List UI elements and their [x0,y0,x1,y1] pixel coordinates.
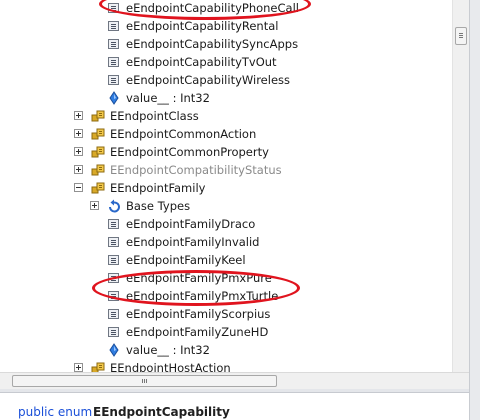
expand-icon[interactable] [74,111,83,120]
enum-type-icon [91,145,105,159]
tree-row[interactable]: EEndpointFamily [0,179,452,197]
tree-row[interactable]: eEndpointFamilyPmxPure [0,269,452,287]
tree-row-label: eEndpointCapabilityPhoneCall [126,1,299,15]
enum-field-icon [107,19,121,33]
tree-row[interactable]: EEndpointCommonProperty [0,143,452,161]
tree-row-label: eEndpointCapabilityTvOut [126,55,277,69]
tree-row[interactable]: eEndpointCapabilityTvOut [0,53,452,71]
tree-row[interactable]: eEndpointCapabilityRental [0,17,452,35]
horizontal-scrollbar[interactable] [0,372,469,389]
expand-icon[interactable] [74,363,83,372]
enum-field-icon [107,271,121,285]
window-right-edge [469,0,480,420]
enum-field-icon [107,73,121,87]
enum-field-icon [107,217,121,231]
expand-icon[interactable] [74,129,83,138]
tree-row-label: eEndpointCapabilitySyncApps [126,37,299,51]
enum-type-icon [91,181,105,195]
tree-row[interactable]: value__ : Int32 [0,341,452,359]
expand-icon[interactable] [90,201,99,210]
tree-row[interactable]: eEndpointFamilyZuneHD [0,323,452,341]
enum-field-icon [107,289,121,303]
tree-row-label: EEndpointClass [110,109,199,123]
tree-row[interactable]: eEndpointCapabilityPhoneCall [0,0,452,17]
tree-row[interactable]: EEndpointCommonAction [0,125,452,143]
tree-row[interactable]: eEndpointFamilyScorpius [0,305,452,323]
declaration-keyword: public enum [18,405,93,419]
tree-row[interactable]: eEndpointCapabilityWireless [0,71,452,89]
tree-row[interactable]: EEndpointHostAction [0,359,452,372]
tree-row-label: EEndpointCompatibilityStatus [110,163,282,177]
vertical-scroll-thumb[interactable] [455,27,467,45]
tree-row-label: eEndpointFamilyZuneHD [126,325,269,339]
tree-row[interactable]: value__ : Int32 [0,89,452,107]
vertical-scrollbar[interactable] [452,0,469,372]
enum-field-icon [107,253,121,267]
value-field-icon [107,343,121,357]
tree-row[interactable]: EEndpointCompatibilityStatus [0,161,452,179]
tree-row[interactable]: EEndpointClass [0,107,452,125]
tree-row-label: eEndpointFamilyKeel [126,253,246,267]
tree-row[interactable]: eEndpointCapabilitySyncApps [0,35,452,53]
enum-type-icon [91,109,105,123]
enum-type-icon [91,127,105,141]
tree-row-label: eEndpointFamilyInvalid [126,235,260,249]
tree-row-label: eEndpointCapabilityRental [126,19,279,33]
expand-icon[interactable] [74,165,83,174]
value-field-icon [107,91,121,105]
tree-row-label: EEndpointFamily [110,181,206,195]
tree-row[interactable]: eEndpointFamilyDraco [0,215,452,233]
enum-field-icon [107,325,121,339]
enum-type-icon [91,163,105,177]
declaration-pane: public enum EEndpointCapability [0,393,469,420]
tree-row[interactable]: Base Types [0,197,452,215]
collapse-icon[interactable] [74,183,83,192]
expand-icon[interactable] [74,147,83,156]
tree-row-label: eEndpointFamilyScorpius [126,307,271,321]
tree-row-label: value__ : Int32 [126,343,210,357]
tree-row-label: Base Types [126,199,191,213]
enum-field-icon [107,307,121,321]
enum-field-icon [107,37,121,51]
base-types-icon [107,199,121,213]
tree-row-label: eEndpointFamilyPmxPure [126,271,272,285]
type-tree[interactable]: eEndpointCapabilityPhoneCall eEndpointCap… [0,0,452,372]
tree-row-label: EEndpointCommonProperty [110,145,269,159]
tree-row[interactable]: eEndpointFamilyPmxTurtle [0,287,452,305]
enum-field-icon [107,1,121,15]
horizontal-scroll-thumb[interactable] [12,375,277,387]
tree-row-label: eEndpointFamilyPmxTurtle [126,289,279,303]
tree-row-label: eEndpointFamilyDraco [126,217,256,231]
tree-row-label: value__ : Int32 [126,91,210,105]
enum-field-icon [107,235,121,249]
tree-row[interactable]: eEndpointFamilyKeel [0,251,452,269]
enum-type-icon [91,361,105,372]
tree-row[interactable]: eEndpointFamilyInvalid [0,233,452,251]
tree-row-label: eEndpointCapabilityWireless [126,73,290,87]
enum-field-icon [107,55,121,69]
declaration-type-name: EEndpointCapability [93,405,230,419]
tree-row-label: EEndpointCommonAction [110,127,257,141]
tree-row-label: EEndpointHostAction [110,361,231,372]
